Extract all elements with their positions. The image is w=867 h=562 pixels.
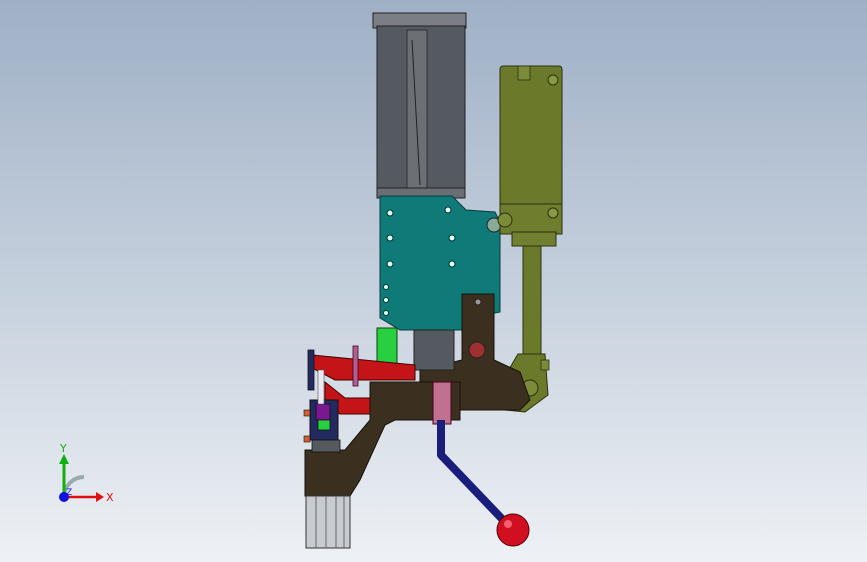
x-axis-label: X	[106, 491, 114, 504]
main-cylinder[interactable]	[372, 12, 467, 199]
green-sensor	[376, 327, 398, 365]
x-axis-arrow	[96, 492, 104, 502]
upper-jaw[interactable]	[311, 345, 416, 387]
side-cylinder[interactable]	[497, 65, 563, 413]
base-slide[interactable]	[305, 495, 351, 549]
lever-handle[interactable]	[437, 420, 530, 547]
coordinate-triad: Y X Z	[59, 442, 114, 504]
z-axis-label: Z	[66, 488, 72, 498]
y-axis-arrow	[59, 454, 69, 464]
guide-block	[413, 329, 455, 371]
cad-model[interactable]	[0, 0, 867, 562]
y-axis-label: Y	[59, 442, 67, 455]
cad-viewport[interactable]: Y X Z	[0, 0, 867, 562]
